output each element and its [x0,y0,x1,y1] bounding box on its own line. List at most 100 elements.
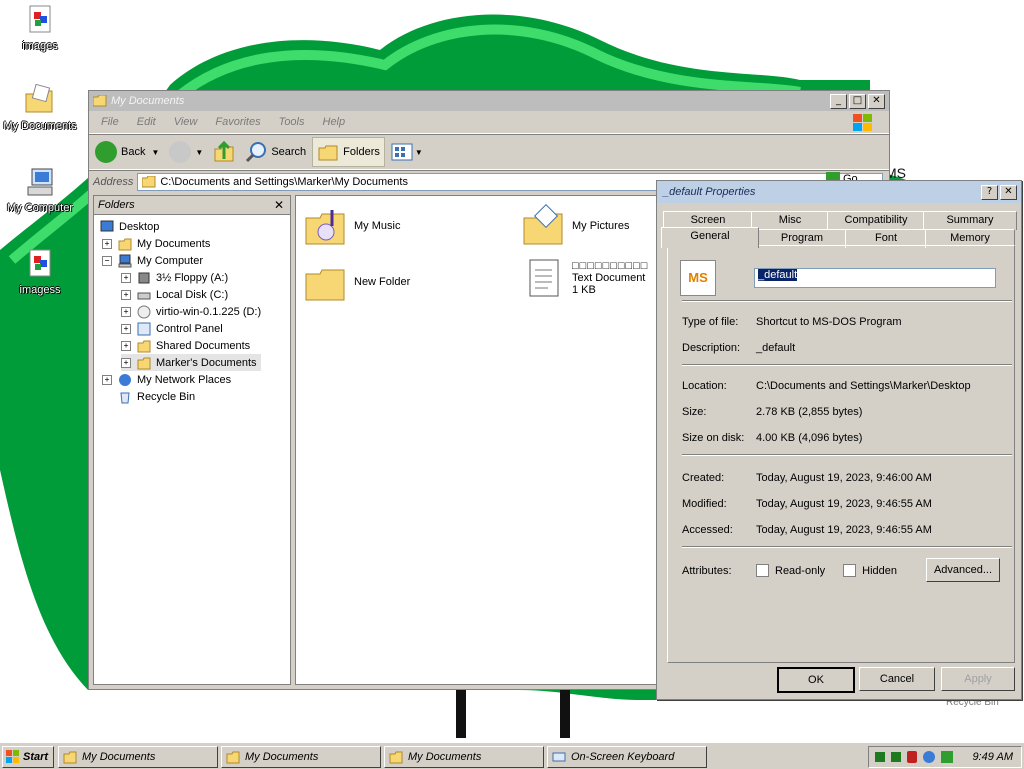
maximize-button[interactable]: □ [849,93,866,109]
folder-icon [137,357,151,369]
menu-tools[interactable]: Tools [279,116,305,128]
tree-item-shared-documents[interactable]: + Shared Documents [121,337,250,354]
close-pane-icon[interactable]: ✕ [274,198,284,212]
menu-favorites[interactable]: Favorites [215,116,260,128]
taskbar-button-my-documents-3[interactable]: My Documents [384,746,544,768]
name-input[interactable]: _default [754,268,996,288]
advanced-button[interactable]: Advanced... [926,558,1000,582]
taskbar-button-on-screen-keyboard[interactable]: On-Screen Keyboard [547,746,707,768]
dropdown-arrow-icon[interactable]: ▼ [151,148,159,157]
expand-icon[interactable]: + [121,340,131,351]
prop-value: Today, August 19, 2023, 9:46:55 AM [756,498,932,510]
desktop-icon-imagess[interactable]: imagess [0,248,80,296]
tree-item-local-disk[interactable]: + Local Disk (C:) [121,286,228,303]
file-item-my-music[interactable]: My Music [304,204,400,248]
taskbar-button-my-documents-1[interactable]: My Documents [58,746,218,768]
desktop-icon-label: My Computer [6,202,74,214]
folders-pane-title: Folders [98,199,135,211]
tree-item-control-panel[interactable]: + Control Panel [121,320,223,337]
prop-key: Size: [682,406,707,418]
security-shield-icon[interactable] [907,751,917,763]
taskbar-button-label: My Documents [408,751,482,763]
minimize-button[interactable]: _ [830,93,847,109]
desktop-icon-my-documents[interactable]: My Documents [0,83,80,132]
ok-button[interactable]: OK [777,667,855,693]
forward-button[interactable]: ▼ [165,138,207,166]
prop-row-created: Created: Today, August 19, 2023, 9:46:00 … [682,472,1012,484]
tree-item-recycle-bin[interactable]: Recycle Bin [118,388,195,405]
tab-summary[interactable]: Summary [923,211,1017,230]
menu-view[interactable]: View [174,116,198,128]
search-icon [246,142,267,163]
my-documents-icon [118,238,132,250]
file-item-new-folder[interactable]: New Folder [304,260,410,304]
status-icon[interactable] [875,752,885,762]
desktop-icon-images[interactable]: images [0,4,80,52]
help-button[interactable]: ? [981,184,998,200]
music-folder-icon [305,210,345,245]
dropdown-arrow-icon[interactable]: ▼ [415,148,423,157]
properties-titlebar[interactable]: _default Properties ? ✕ [657,181,1021,203]
hidden-checkbox[interactable] [843,564,857,577]
my-documents-icon [24,83,56,116]
expand-icon[interactable]: + [102,374,112,385]
taskbar-button-my-documents-2[interactable]: My Documents [221,746,381,768]
folder-icon [137,340,151,352]
recycle-bin-icon [120,392,130,403]
expand-icon[interactable]: + [121,357,131,368]
file-item-my-pictures[interactable]: My Pictures [522,204,629,248]
tab-general[interactable]: General [661,227,759,248]
apply-button[interactable]: Apply [941,667,1015,691]
safely-remove-icon[interactable] [941,751,953,763]
explorer-titlebar[interactable]: My Documents _ □ ✕ [89,91,889,111]
dialog-title: _default Properties [663,186,756,198]
menu-edit[interactable]: Edit [137,116,156,128]
tree-item-network-places[interactable]: + My Network Places [102,371,231,388]
forward-arrow-icon [169,141,192,163]
close-button[interactable]: ✕ [1000,184,1017,200]
search-label: Search [271,146,307,158]
prop-value: _default [756,342,796,354]
tree-item-cd-drive[interactable]: + virtio-win-0.1.225 (D:) [121,303,261,320]
status-icon[interactable] [891,752,901,762]
search-button[interactable]: Search [241,138,310,166]
tree-item-floppy[interactable]: + 3½ Floppy (A:) [121,269,228,286]
dropdown-arrow-icon[interactable]: ▼ [195,148,203,157]
tree-item-my-computer[interactable]: − My Computer [102,252,203,269]
tree-item-my-documents[interactable]: + My Documents [102,235,210,252]
expand-icon[interactable]: + [121,323,131,334]
views-button[interactable]: ▼ [387,138,427,166]
desktop-icon [100,220,114,231]
prop-key: Created: [682,472,725,484]
tree-item-label: 3½ Floppy (A:) [156,271,229,284]
menu-help[interactable]: Help [323,116,346,128]
network-icon[interactable] [923,751,935,763]
expand-icon[interactable]: + [121,289,131,300]
windows-logo-icon [6,750,19,763]
expand-icon[interactable]: + [121,306,131,317]
start-label: Start [23,751,49,763]
prop-row-size: Size: 2.78 KB (2,855 bytes) [682,406,1012,418]
back-button[interactable]: Back ▼ [91,138,163,166]
desktop-icon-my-computer[interactable]: My Computer [0,166,80,214]
folders-button[interactable]: Folders [312,137,385,167]
expand-icon[interactable]: + [102,238,112,249]
expand-icon[interactable]: + [121,272,131,283]
tree-item-desktop[interactable]: Desktop [100,218,159,235]
system-tray: 9:49 AM [868,746,1022,768]
clock[interactable]: 9:49 AM [972,751,1013,763]
cancel-button[interactable]: Cancel [859,667,935,691]
readonly-checkbox[interactable] [756,564,769,577]
up-folder-button[interactable] [209,138,239,166]
tree-item-markers-documents[interactable]: + Marker's Documents [121,354,261,371]
tab-misc[interactable]: Misc [751,211,829,230]
folder-icon [63,751,77,764]
file-item-text-document[interactable]: □□□□□□□□□□ Text Document 1 KB [522,256,648,300]
properties-dialog[interactable]: _default Properties ? ✕ Screen Misc Comp… [656,180,1022,700]
tab-compatibility[interactable]: Compatibility [827,211,925,230]
start-button[interactable]: Start [2,746,54,768]
close-button[interactable]: ✕ [868,93,885,109]
menu-file[interactable]: File [101,116,119,128]
prop-row-description: Description: _default [682,342,1012,354]
collapse-icon[interactable]: − [102,255,112,266]
